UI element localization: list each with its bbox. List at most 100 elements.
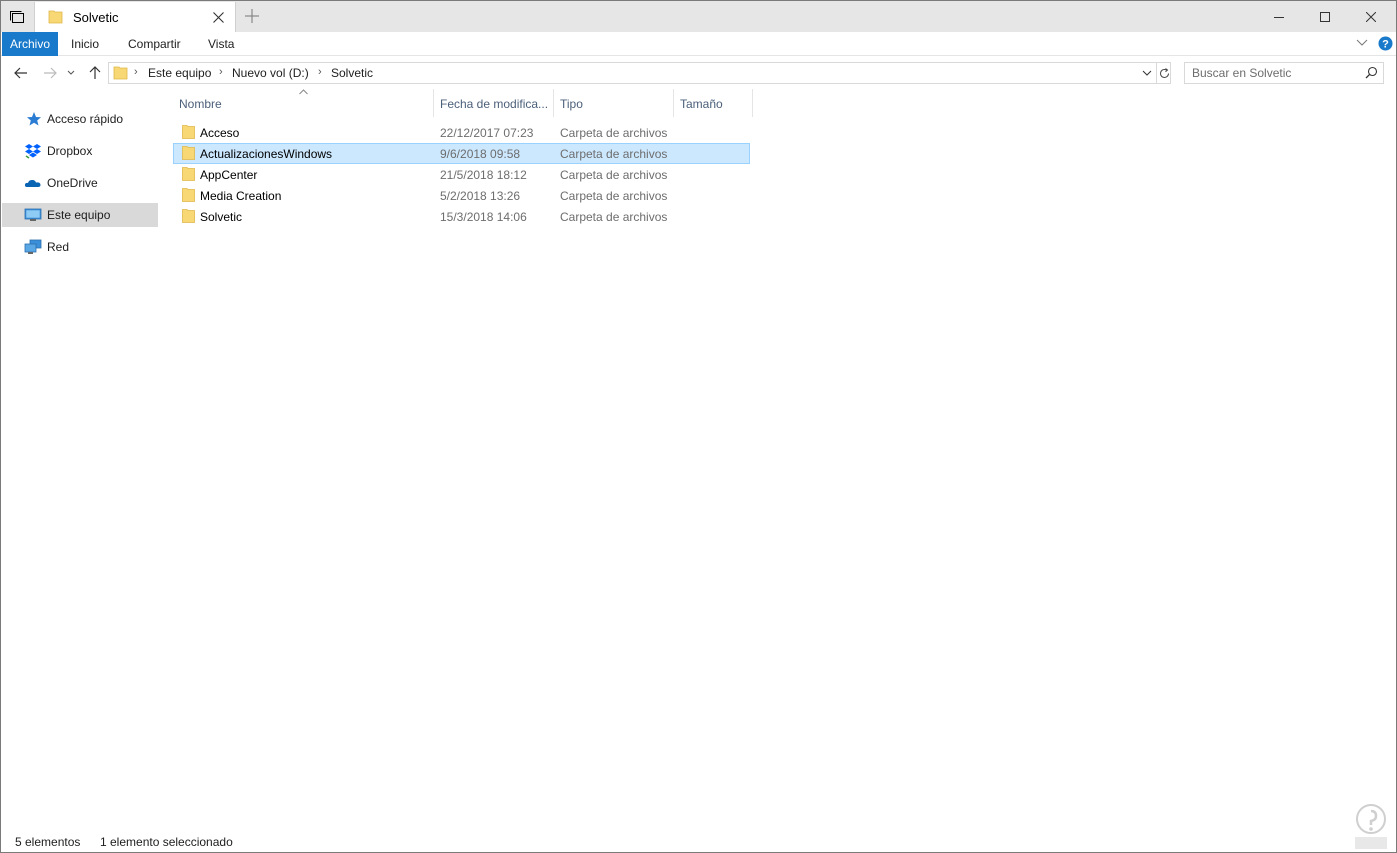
sidebar-item-label: Dropbox <box>47 144 93 158</box>
sidebar-item-label: Red <box>47 240 70 254</box>
sidebar-item-label: Este equipo <box>47 208 111 222</box>
file-row-media-creation[interactable]: Media Creation 5/2/2018 13:26 Carpeta de… <box>173 185 750 206</box>
column-header-label: Fecha de modifica... <box>440 97 549 111</box>
sidebar-item-red[interactable]: Red <box>2 235 158 259</box>
item-count: 5 elementos <box>15 835 81 849</box>
recent-locations-button[interactable] <box>64 63 78 83</box>
file-type: Carpeta de archivos <box>560 126 668 140</box>
onedrive-icon <box>24 179 41 187</box>
arrow-left-icon <box>14 67 27 79</box>
back-button[interactable] <box>11 63 31 83</box>
file-name: Solvetic <box>200 210 243 224</box>
network-icon <box>24 239 42 254</box>
ribbon-tab-vista[interactable]: Vista <box>208 32 234 56</box>
column-header-tamano[interactable]: Tamaño <box>674 89 753 117</box>
folder-icon <box>48 10 63 24</box>
navigation-bar: › Este equipo › Nuevo vol (D:) › Solveti… <box>1 57 1396 89</box>
folder-icon <box>182 146 195 160</box>
sidebar-item-acceso-rapido[interactable]: Acceso rápido <box>2 107 158 131</box>
explorer-window: Solvetic Archivo Inicio Compartir Vista <box>0 0 1397 853</box>
file-date: 9/6/2018 09:58 <box>440 147 521 161</box>
close-icon <box>1366 11 1376 22</box>
file-date: 15/3/2018 14:06 <box>440 210 527 224</box>
file-row-solvetic[interactable]: Solvetic 15/3/2018 14:06 Carpeta de arch… <box>173 206 750 227</box>
ribbon-tab-compartir[interactable]: Compartir <box>128 32 181 56</box>
search-input[interactable] <box>1192 65 1362 81</box>
task-view-button[interactable] <box>1 1 33 32</box>
tab-title: Solvetic <box>73 10 119 25</box>
column-headers: Nombre Fecha de modifica... Tipo Tamaño <box>173 89 753 117</box>
column-header-label: Tamaño <box>680 97 723 111</box>
minimize-icon <box>1274 16 1284 18</box>
tab-close-button[interactable] <box>209 8 227 26</box>
file-date: 5/2/2018 13:26 <box>440 189 521 203</box>
file-type: Carpeta de archivos <box>560 210 668 224</box>
sort-ascending-icon <box>299 89 308 95</box>
file-date: 21/5/2018 18:12 <box>440 168 527 182</box>
breadcrumb-este-equipo[interactable]: Este equipo <box>148 66 211 80</box>
breadcrumb-nuevo-vol[interactable]: Nuevo vol (D:) <box>232 66 309 80</box>
close-window-button[interactable] <box>1348 1 1394 32</box>
task-view-icon <box>10 10 24 23</box>
file-type: Carpeta de archivos <box>560 168 668 182</box>
address-dropdown-button[interactable] <box>1139 65 1155 81</box>
maximize-icon <box>1320 11 1330 22</box>
file-name: AppCenter <box>200 168 258 182</box>
folder-icon <box>182 209 195 223</box>
column-header-tipo[interactable]: Tipo <box>554 89 674 117</box>
sidebar-item-dropbox[interactable]: Dropbox <box>2 139 158 163</box>
file-name: ActualizacionesWindows <box>200 147 333 161</box>
navigation-pane: Acceso rápido Dropbox OneDrive Este equi… <box>2 99 158 819</box>
sidebar-item-este-equipo[interactable]: Este equipo <box>2 203 158 227</box>
refresh-icon <box>1159 67 1169 78</box>
tab-solvetic[interactable]: Solvetic <box>34 2 236 32</box>
chevron-right-icon[interactable]: › <box>219 66 223 78</box>
computer-icon <box>24 208 42 221</box>
ribbon: Archivo Inicio Compartir Vista ? <box>1 32 1396 56</box>
maximize-button[interactable] <box>1302 1 1348 32</box>
folder-icon <box>182 125 195 139</box>
file-row-acceso[interactable]: Acceso 22/12/2017 07:23 Carpeta de archi… <box>173 122 750 143</box>
star-icon <box>27 112 41 126</box>
file-type: Carpeta de archivos <box>560 189 668 203</box>
arrow-right-icon <box>44 67 57 79</box>
forward-button[interactable] <box>40 63 60 83</box>
sidebar-item-label: Acceso rápido <box>47 112 124 126</box>
help-button[interactable]: ? <box>1378 36 1393 54</box>
chevron-right-icon[interactable]: › <box>318 66 322 78</box>
new-tab-button[interactable] <box>243 7 261 25</box>
expand-ribbon-button[interactable] <box>1356 36 1368 51</box>
file-date: 22/12/2017 07:23 <box>440 126 534 140</box>
file-name: Acceso <box>200 126 240 140</box>
sidebar-item-onedrive[interactable]: OneDrive <box>2 171 158 195</box>
minimize-button[interactable] <box>1256 1 1302 32</box>
chevron-down-icon <box>1356 39 1368 46</box>
chevron-right-icon[interactable]: › <box>134 66 138 78</box>
search-box[interactable] <box>1184 62 1384 84</box>
close-icon <box>212 11 224 23</box>
file-row-actualizacioneswindows[interactable]: ActualizacionesWindows 9/6/2018 09:58 Ca… <box>173 143 750 164</box>
search-icon <box>1365 66 1378 79</box>
sidebar-item-label: OneDrive <box>47 176 98 190</box>
address-bar[interactable]: › Este equipo › Nuevo vol (D:) › Solveti… <box>108 62 1171 84</box>
column-header-fecha[interactable]: Fecha de modifica... <box>434 89 554 117</box>
chevron-down-icon <box>67 70 75 75</box>
ribbon-tab-inicio[interactable]: Inicio <box>71 32 99 56</box>
file-type: Carpeta de archivos <box>560 147 668 161</box>
folder-icon <box>182 167 195 181</box>
title-bar: Solvetic <box>1 1 1396 32</box>
dropbox-icon <box>25 144 41 159</box>
column-header-label: Tipo <box>560 97 583 111</box>
column-header-label: Nombre <box>179 97 222 111</box>
breadcrumb-solvetic[interactable]: Solvetic <box>331 66 373 80</box>
up-button[interactable] <box>85 63 105 83</box>
folder-icon <box>113 66 128 80</box>
column-header-nombre[interactable]: Nombre <box>173 89 434 117</box>
plus-icon <box>245 9 259 23</box>
status-bar: 5 elementos 1 elemento seleccionado <box>1 829 1396 853</box>
ribbon-tab-archivo[interactable]: Archivo <box>2 32 58 56</box>
help-icon: ? <box>1378 36 1393 51</box>
file-row-appcenter[interactable]: AppCenter 21/5/2018 18:12 Carpeta de arc… <box>173 164 750 185</box>
folder-icon <box>182 188 195 202</box>
refresh-button[interactable] <box>1156 63 1171 83</box>
